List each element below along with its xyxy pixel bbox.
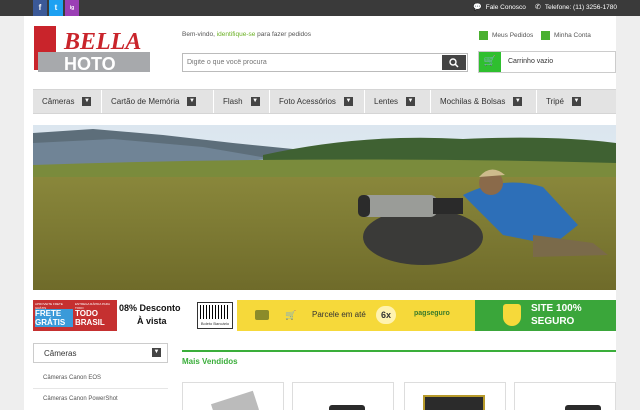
shield-icon (503, 304, 521, 326)
search-icon (449, 58, 459, 68)
sidebar-category-header[interactable]: Câmeras ▼ (33, 343, 168, 363)
svg-text:HOTO: HOTO (64, 54, 116, 74)
phone-link[interactable]: ✆ Telefone: (11) 3256-1780 (535, 0, 617, 16)
nav-item-lenses[interactable]: Lentes ▼ (365, 90, 431, 113)
facebook-icon[interactable]: f (33, 0, 47, 16)
welcome-text: Bem-vindo, identifique-se para fazer ped… (182, 31, 312, 38)
search-box (182, 53, 468, 72)
chevron-down-icon: ▼ (250, 97, 260, 107)
search-button[interactable] (442, 55, 466, 70)
barcode-icon: Boleto Bancário (197, 302, 233, 329)
nav-item-flash[interactable]: Flash ▼ (214, 90, 270, 113)
bella-foto-logo[interactable]: BELLA HOTO (34, 22, 166, 78)
nav-item-bags[interactable]: Mochilas & Bolsas ▼ (431, 90, 537, 113)
sidebar-item-canon-eos[interactable]: Câmeras Canon EOS (43, 375, 101, 381)
divider (182, 350, 616, 352)
cart-icon: 🛒 (285, 310, 297, 320)
search-input[interactable] (187, 56, 437, 69)
category-nav: Câmeras ▼ Cartão de Memória ▼ Flash ▼ Foto … (33, 89, 616, 114)
product-image (210, 390, 260, 410)
chevron-down-icon: ▼ (82, 97, 92, 107)
product-image (329, 405, 365, 410)
product-image (423, 395, 485, 410)
installments-banner[interactable]: 🛒 Parcele em até 6x pagseguro (237, 300, 475, 331)
best-sellers-title: Mais Vendidos (182, 357, 238, 366)
product-image (565, 405, 601, 410)
discount-banner[interactable]: 08% Desconto À vista Boleto Bancário (117, 300, 235, 331)
hero-banner[interactable] (33, 125, 616, 290)
user-icon (541, 31, 550, 40)
chat-icon: 💬 (473, 4, 482, 11)
my-orders-link[interactable]: Meus Pedidos (479, 31, 533, 40)
my-account-link[interactable]: Minha Conta (541, 31, 591, 40)
product-card[interactable] (182, 382, 284, 410)
svg-text:BELLA: BELLA (63, 29, 141, 55)
chevron-down-icon: ▼ (343, 97, 353, 107)
nav-item-cameras[interactable]: Câmeras ▼ (33, 90, 102, 113)
divider (33, 388, 168, 389)
cart-icon: 🛒 (479, 52, 501, 72)
product-card[interactable] (292, 382, 394, 410)
product-card[interactable] (404, 382, 506, 410)
chevron-down-icon: ▼ (571, 97, 581, 107)
secure-site-banner[interactable]: SITE 100% SEGURO (475, 300, 616, 331)
product-card[interactable] (514, 382, 616, 410)
chevron-down-icon: ▼ (513, 97, 523, 107)
nav-item-photo-accessories[interactable]: Foto Acessórios ▼ (270, 90, 365, 113)
nav-item-tripod[interactable]: Tripé ▼ (537, 90, 616, 113)
top-bar: f t ig 💬 Fale Conosco ✆ Telefone: (11) 325… (0, 0, 640, 16)
chevron-down-icon: ▼ (152, 348, 161, 357)
cart-label: Carrinho vazio (508, 58, 554, 65)
nav-item-memory-card[interactable]: Cartão de Memória ▼ (102, 90, 214, 113)
chevron-down-icon: ▼ (406, 97, 416, 107)
chevron-down-icon: ▼ (187, 97, 197, 107)
orders-icon (479, 31, 488, 40)
card-icon (255, 310, 269, 320)
cart-box[interactable]: 🛒 Carrinho vazio (478, 51, 616, 73)
login-link[interactable]: identifique-se (217, 31, 256, 38)
phone-icon: ✆ (535, 4, 541, 11)
contact-link[interactable]: 💬 Fale Conosco (473, 0, 526, 16)
sidebar-item-canon-powershot[interactable]: Câmeras Canon PowerShot (43, 396, 118, 402)
twitter-icon[interactable]: t (49, 0, 63, 16)
free-shipping-banner[interactable]: APROVEITE FRETE GRÁTIS FRETE GRÁTIS ENTR… (33, 300, 117, 331)
instagram-icon[interactable]: ig (65, 0, 79, 16)
